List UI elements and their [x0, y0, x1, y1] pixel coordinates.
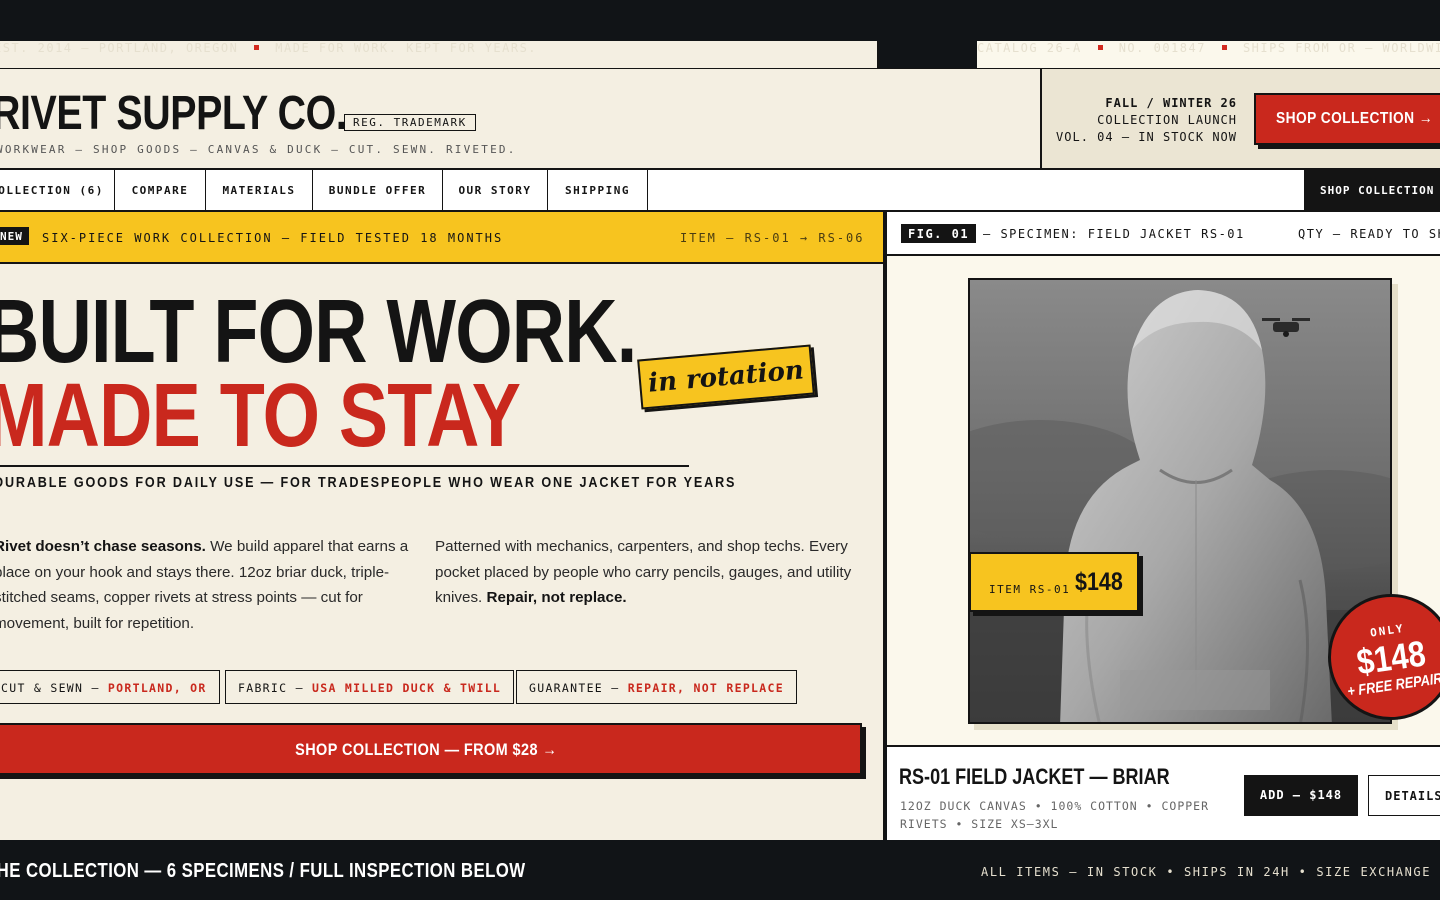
stock-status: ALL ITEMS — IN STOCK • SHIPS IN 24H • SI… [981, 865, 1440, 879]
main-nav: COLLECTION (6) COMPARE MATERIALS BUNDLE … [0, 170, 1440, 212]
collection-footer-bar: THE COLLECTION — 6 SPECIMENS / FULL INSP… [0, 840, 1440, 900]
announcement-ticker: EST. 2014 — PORTLAND, OREGON MADE FOR WOR… [0, 28, 1440, 68]
nav-item-bundle-offer[interactable]: BUNDLE OFFER [313, 170, 443, 210]
headline-rule [0, 465, 689, 467]
brand-tagline: WORKWEAR — SHOP GOODS — CANVAS & DUCK — … [0, 143, 517, 156]
ticker-number: NO. 001847 [1118, 41, 1206, 55]
ticker-right: CATALOG 26-A NO. 001847 SHIPS FROM OR — WO… [977, 41, 1440, 68]
header-shop-collection-button[interactable]: SHOP COLLECTION → [1254, 93, 1440, 145]
quantity-status: QTY — READY TO SHIP [1298, 227, 1440, 241]
price-tag-price: $148 [1075, 568, 1123, 596]
item-price-tag: ITEM RS-01 $148 [969, 552, 1139, 612]
nav-item-materials[interactable]: MATERIALS [206, 170, 313, 210]
nav-item-shipping[interactable]: SHIPPING [548, 170, 648, 210]
ticker-catalog: CATALOG 26-A [977, 41, 1082, 55]
new-badge: NEW [0, 227, 29, 245]
ticker-established: EST. 2014 — PORTLAND, OREGON [0, 41, 239, 55]
collection-bar-text: SIX-PIECE WORK COLLECTION — FIELD TESTED… [42, 231, 504, 245]
header-shop-button-label: SHOP COLLECTION → [1276, 110, 1433, 127]
collection-bar-items: ITEM — RS-01 → RS-06 [680, 231, 865, 245]
chip-value: REPAIR, NOT REPLACE [627, 681, 784, 695]
details-button[interactable]: DETAILS [1368, 775, 1440, 816]
specimen-panel: FIG. 01 — SPECIMEN: FIELD JACKET RS-01 Q… [887, 212, 1440, 840]
chip-label: CUT & SEWN — [1, 681, 108, 695]
spec-chip-guarantee: GUARANTEE — REPAIR, NOT REPLACE [516, 670, 797, 704]
specimen-label: — SPECIMEN: FIELD JACKET RS-01 [983, 227, 1245, 241]
ticker-dot [1097, 45, 1103, 50]
in-rotation-sticker: in rotation [637, 344, 815, 410]
fig-label: FIG. 01 [901, 224, 977, 243]
add-to-cart-button[interactable]: ADD — $148 [1244, 775, 1358, 816]
site-header: RIVET SUPPLY CO. REG. TRADEMARK WORKWEAR… [0, 68, 1440, 170]
hero-shop-collection-button[interactable]: SHOP COLLECTION — FROM $28 → [0, 723, 862, 775]
hero-subhead: DURABLE GOODS FOR DAILY USE — FOR TRADES… [0, 474, 737, 491]
spec-chip-origin: CUT & SEWN — PORTLAND, OR [0, 670, 220, 704]
chip-value: USA MILLED DUCK & TWILL [312, 681, 502, 695]
nav-item-collection[interactable]: COLLECTION (6) [0, 170, 115, 210]
launch-title: COLLECTION LAUNCH [1097, 113, 1237, 127]
collection-heading: THE COLLECTION — 6 SPECIMENS / FULL INSP… [0, 860, 526, 882]
chip-label: GUARANTEE — [529, 681, 628, 695]
ticker-dot [1221, 45, 1227, 50]
chip-value: PORTLAND, OR [107, 681, 207, 695]
trademark-badge: REG. TRADEMARK [344, 114, 476, 131]
collection-bar: NEW SIX-PIECE WORK COLLECTION — FIELD TE… [0, 212, 883, 264]
brand-logo[interactable]: RIVET SUPPLY CO. [0, 86, 347, 141]
specimen-bar: FIG. 01 — SPECIMEN: FIELD JACKET RS-01 Q… [887, 212, 1440, 256]
p1-bold: Rivet doesn’t chase seasons. [0, 538, 206, 555]
hero-headline: BUILT FOR WORK. MADE TO STAY [0, 287, 637, 466]
launch-volume: VOL. 04 — IN STOCK NOW [1056, 130, 1237, 144]
headline-line-2: MADE TO STAY [0, 366, 521, 466]
hero-section: NEW SIX-PIECE WORK COLLECTION — FIELD TE… [0, 212, 885, 840]
nav-item-compare[interactable]: COMPARE [115, 170, 206, 210]
product-description: 12OZ DUCK CANVAS • 100% COTTON • COPPER … [900, 799, 1210, 831]
product-card: RS-01 FIELD JACKET — BRIAR 12OZ DUCK CAN… [887, 745, 1440, 840]
spec-chip-fabric: FABRIC — USA MILLED DUCK & TWILL [225, 670, 515, 704]
hero-shop-button-label: SHOP COLLECTION — FROM $28 → [294, 740, 558, 759]
ticker-shipping: SHIPS FROM OR — WORLDWIDE [1242, 41, 1440, 55]
p2-bold: Repair, not replace. [486, 589, 627, 606]
nav-item-our-story[interactable]: OUR STORY [443, 170, 548, 210]
price-tag-item: ITEM RS-01 [989, 583, 1071, 596]
hero-paragraph-1: Rivet doesn’t chase seasons. We build ap… [0, 534, 424, 636]
launch-text: FALL / WINTER 26 COLLECTION LAUNCH VOL. … [1056, 95, 1237, 146]
top-strip [0, 0, 1440, 28]
hero-paragraph-2: Patterned with mechanics, carpenters, an… [435, 534, 865, 611]
product-name[interactable]: RS-01 FIELD JACKET — BRIAR [899, 764, 1170, 790]
nav-shop-collection-button[interactable]: SHOP COLLECTION [1304, 170, 1440, 210]
launch-season: FALL / WINTER 26 [1105, 96, 1237, 110]
ticker-dot [254, 45, 260, 50]
chip-label: FABRIC — [238, 681, 313, 695]
ticker-motto: MADE FOR WORK. KEPT FOR YEARS. [275, 41, 538, 55]
ticker-left: EST. 2014 — PORTLAND, OREGON MADE FOR WOR… [0, 41, 879, 68]
